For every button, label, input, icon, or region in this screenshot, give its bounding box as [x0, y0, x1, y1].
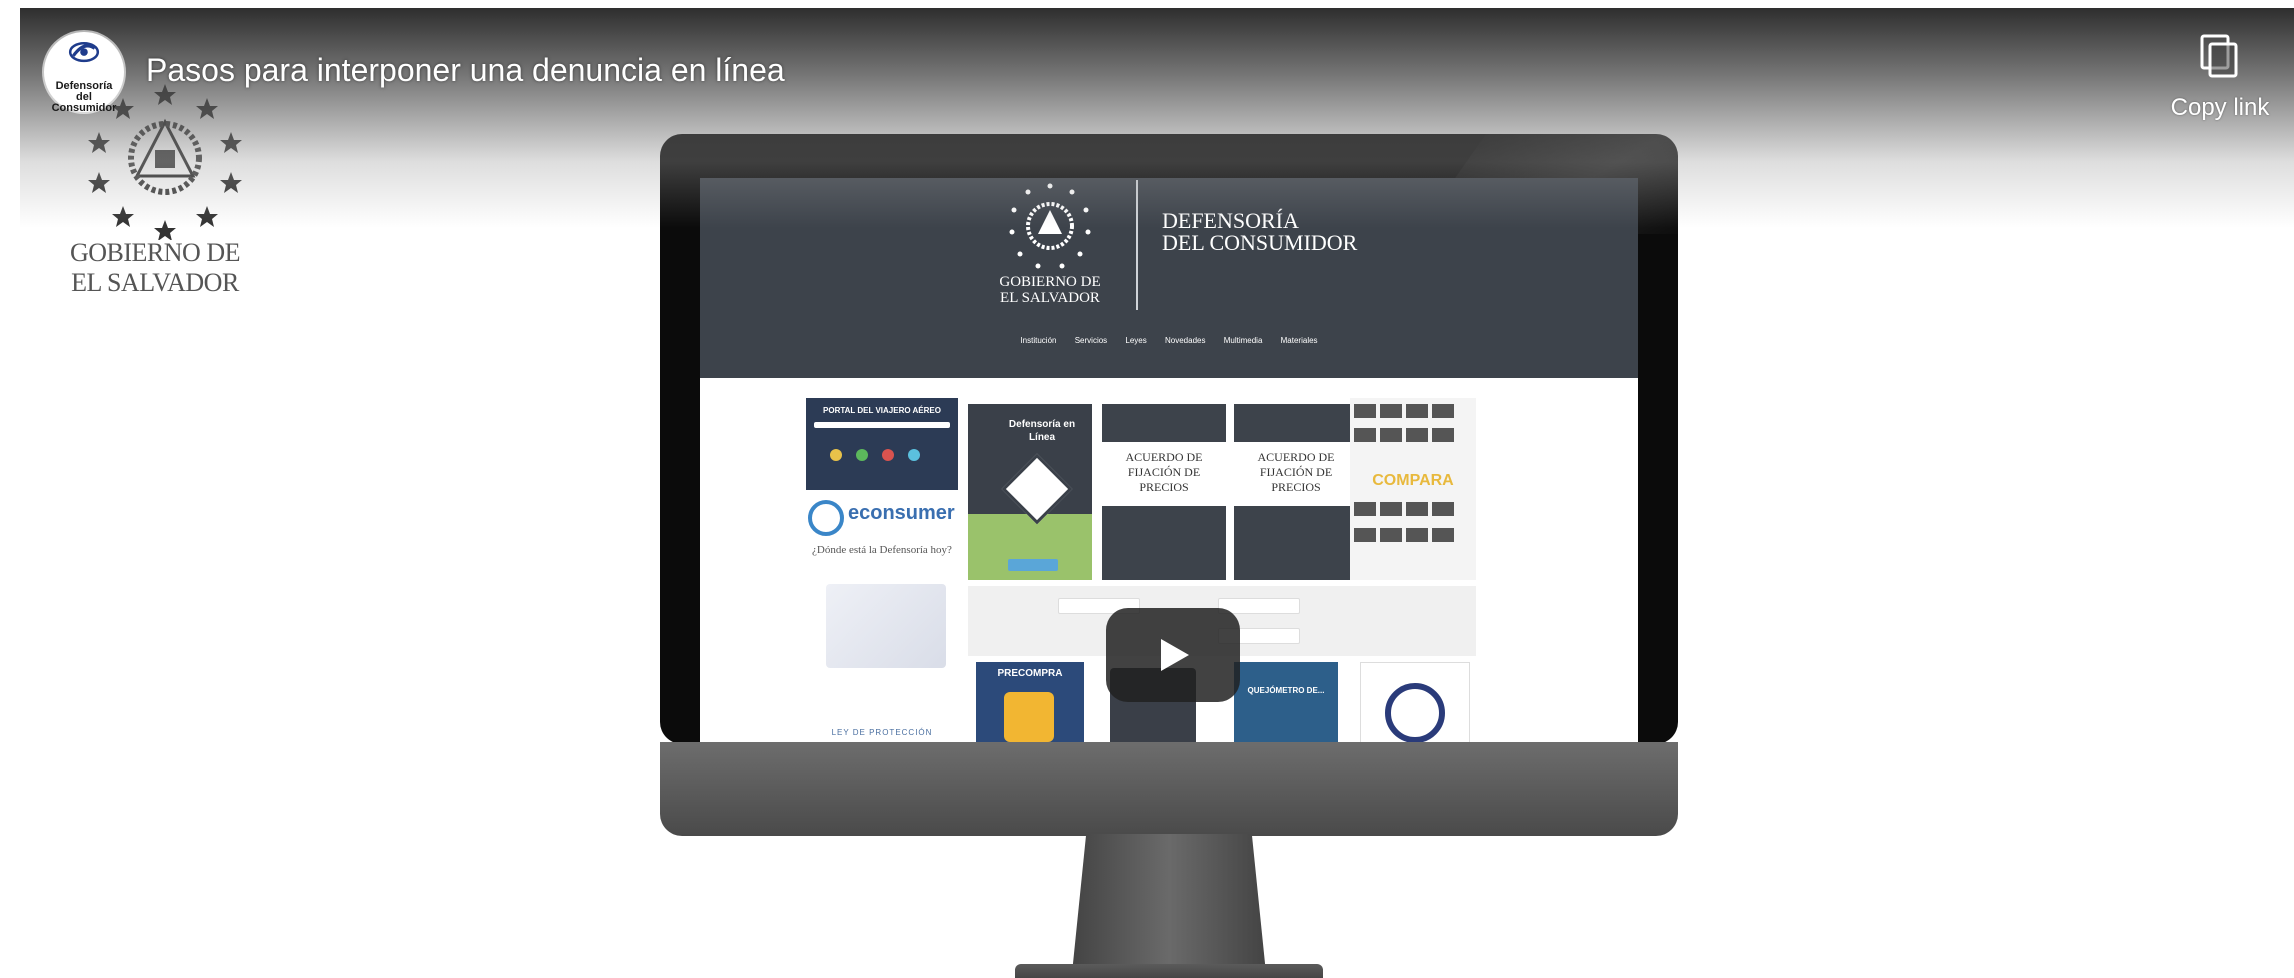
monitor-mockup: GOBIERNO DE EL SALVADOR DEFENSORÍA DEL C… — [660, 134, 1678, 978]
tile-precompra: PRECOMPRA — [976, 662, 1084, 742]
site-nav-item: Multimedia — [1223, 336, 1263, 345]
title-bar-gradient — [20, 8, 2294, 228]
video-title[interactable]: Pasos para interponer una denuncia en lí… — [146, 52, 785, 89]
tile-acuerdo-title: ACUERDO DE FIJACIÓN DE PRECIOS — [1125, 450, 1203, 494]
video-player[interactable]: GOBIERNO DE EL SALVADOR GOBIERNO DE EL S… — [0, 0, 2294, 978]
tile-donde-question: ¿Dónde está la Defensoría hoy? — [812, 544, 952, 556]
tile-portal-searchbar — [814, 422, 950, 428]
channel-avatar-label: Defensoría del Consumidor — [51, 80, 117, 114]
play-icon — [1161, 639, 1189, 671]
tile-portal-icons — [830, 448, 940, 462]
tile-seal — [1360, 662, 1470, 742]
tile-acuerdo-bottom — [1102, 506, 1226, 580]
tile-compara-title: COMPARA — [1372, 472, 1454, 489]
tile-precompra-title: PRECOMPRA — [997, 668, 1063, 679]
tile-portal-viajero: PORTAL DEL VIAJERO AÉREO — [806, 398, 958, 490]
dot-icon — [908, 449, 920, 461]
tile-defl-button — [1008, 559, 1058, 571]
tile-quejometro: QUEJÓMETRO DE... — [1234, 662, 1338, 742]
tile-acuerdo-bottom — [1234, 506, 1358, 580]
tile-acuerdo-1: ACUERDO DE FIJACIÓN DE PRECIOS — [1102, 404, 1226, 580]
government-name: GOBIERNO DE EL SALVADOR — [55, 238, 255, 298]
copy-link-button[interactable]: Copy link — [2160, 34, 2280, 134]
tile-acuerdo-2: ACUERDO DE FIJACIÓN DE PRECIOS — [1234, 404, 1358, 580]
tile-quejas-title: QUEJÓMETRO DE... — [1247, 686, 1325, 695]
map-icon — [826, 584, 946, 668]
site-nav-item: Servicios — [1074, 336, 1108, 345]
tile-ley-proteccion: LEY DE PROTECCIÓN — [806, 678, 958, 742]
shopping-icon — [1004, 692, 1054, 742]
tile-acuerdo-topbar — [1102, 404, 1226, 442]
monitor-stand — [1070, 834, 1268, 978]
tile-donde-esta: ¿Dónde está la Defensoría hoy? — [806, 544, 958, 674]
dot-icon — [882, 449, 894, 461]
site-nav-item: Leyes — [1125, 336, 1147, 345]
seal-icon — [1385, 683, 1445, 742]
tile-compara: COMPARA — [1350, 398, 1476, 580]
tile-acuerdo-topbar — [1234, 404, 1358, 442]
monitor-chin — [660, 742, 1678, 836]
tile-defensoria-en-linea: Defensoría en Línea — [968, 404, 1092, 580]
tile-defl-title: Defensoría en Línea — [1008, 419, 1076, 443]
government-name-line1: GOBIERNO DE — [70, 238, 241, 267]
site-nav: Institución Servicios Leyes Novedades Mu… — [700, 336, 1638, 345]
channel-logo-icon — [68, 42, 100, 63]
tile-econsumer: econsumer — [806, 498, 958, 538]
site-nav-item: Institución — [1020, 336, 1057, 345]
site-nav-item: Novedades — [1165, 336, 1206, 345]
site-nav-item: Materiales — [1280, 336, 1318, 345]
channel-avatar-image: Defensoría del Consumidor — [49, 37, 119, 114]
copy-link-label: Copy link — [2170, 94, 2270, 121]
tile-econsumer-title: econsumer — [848, 502, 955, 524]
site-gov-text: GOBIERNO DE EL SALVADOR — [999, 274, 1101, 306]
monitor-stand-base — [1015, 964, 1323, 978]
tile-portal-title: PORTAL DEL VIAJERO AÉREO — [823, 406, 941, 415]
channel-avatar[interactable]: Defensoría del Consumidor — [44, 32, 124, 114]
dot-icon — [856, 449, 868, 461]
tile-acuerdo-title: ACUERDO DE FIJACIÓN DE PRECIOS — [1257, 450, 1335, 494]
globe-icon — [808, 500, 844, 536]
government-name-line2: EL SALVADOR — [71, 268, 239, 297]
tile-ley-title: LEY DE PROTECCIÓN — [831, 728, 933, 737]
play-button[interactable] — [1106, 608, 1240, 702]
dot-icon — [830, 449, 842, 461]
copy-icon — [2200, 34, 2238, 78]
